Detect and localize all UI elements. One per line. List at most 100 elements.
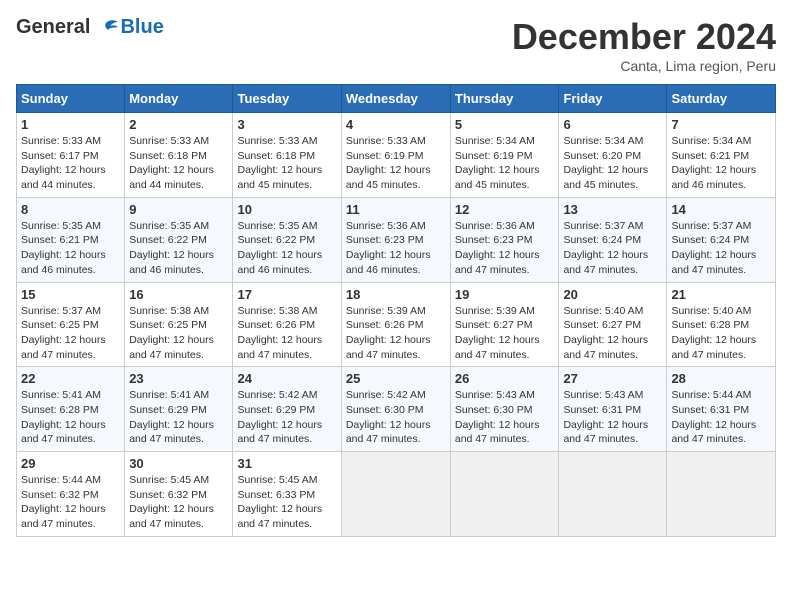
day-info: Sunrise: 5:43 AMSunset: 6:30 PMDaylight:…	[455, 388, 555, 447]
table-row: 14 Sunrise: 5:37 AMSunset: 6:24 PMDaylig…	[667, 197, 776, 282]
table-row: 4 Sunrise: 5:33 AMSunset: 6:19 PMDayligh…	[341, 113, 450, 198]
table-row: 17 Sunrise: 5:38 AMSunset: 6:26 PMDaylig…	[233, 282, 341, 367]
day-info: Sunrise: 5:37 AMSunset: 6:24 PMDaylight:…	[563, 219, 662, 278]
table-row: 13 Sunrise: 5:37 AMSunset: 6:24 PMDaylig…	[559, 197, 667, 282]
day-info: Sunrise: 5:42 AMSunset: 6:29 PMDaylight:…	[237, 388, 336, 447]
table-row: 5 Sunrise: 5:34 AMSunset: 6:19 PMDayligh…	[450, 113, 559, 198]
day-info: Sunrise: 5:34 AMSunset: 6:20 PMDaylight:…	[563, 134, 662, 193]
logo-general: General	[16, 16, 90, 39]
table-row: 26 Sunrise: 5:43 AMSunset: 6:30 PMDaylig…	[450, 367, 559, 452]
calendar-week-row: 22 Sunrise: 5:41 AMSunset: 6:28 PMDaylig…	[17, 367, 776, 452]
table-row	[450, 452, 559, 537]
table-row: 29 Sunrise: 5:44 AMSunset: 6:32 PMDaylig…	[17, 452, 125, 537]
day-number: 29	[21, 456, 120, 471]
day-number: 9	[129, 202, 228, 217]
logo: General Blue	[16, 16, 164, 39]
day-info: Sunrise: 5:44 AMSunset: 6:31 PMDaylight:…	[671, 388, 771, 447]
table-row: 28 Sunrise: 5:44 AMSunset: 6:31 PMDaylig…	[667, 367, 776, 452]
day-number: 16	[129, 287, 228, 302]
day-number: 20	[563, 287, 662, 302]
day-info: Sunrise: 5:43 AMSunset: 6:31 PMDaylight:…	[563, 388, 662, 447]
day-number: 3	[237, 117, 336, 132]
header-monday: Monday	[125, 85, 233, 113]
day-info: Sunrise: 5:39 AMSunset: 6:27 PMDaylight:…	[455, 304, 555, 363]
table-row: 16 Sunrise: 5:38 AMSunset: 6:25 PMDaylig…	[125, 282, 233, 367]
day-number: 2	[129, 117, 228, 132]
day-number: 25	[346, 371, 446, 386]
page-header: General Blue December 2024 Canta, Lima r…	[16, 16, 776, 74]
table-row	[667, 452, 776, 537]
day-number: 13	[563, 202, 662, 217]
day-info: Sunrise: 5:33 AMSunset: 6:18 PMDaylight:…	[129, 134, 228, 193]
weekday-header-row: Sunday Monday Tuesday Wednesday Thursday…	[17, 85, 776, 113]
day-number: 28	[671, 371, 771, 386]
calendar-week-row: 8 Sunrise: 5:35 AMSunset: 6:21 PMDayligh…	[17, 197, 776, 282]
calendar-week-row: 29 Sunrise: 5:44 AMSunset: 6:32 PMDaylig…	[17, 452, 776, 537]
table-row: 27 Sunrise: 5:43 AMSunset: 6:31 PMDaylig…	[559, 367, 667, 452]
day-info: Sunrise: 5:37 AMSunset: 6:24 PMDaylight:…	[671, 219, 771, 278]
day-number: 5	[455, 117, 555, 132]
day-info: Sunrise: 5:39 AMSunset: 6:26 PMDaylight:…	[346, 304, 446, 363]
day-info: Sunrise: 5:34 AMSunset: 6:21 PMDaylight:…	[671, 134, 771, 193]
table-row: 6 Sunrise: 5:34 AMSunset: 6:20 PMDayligh…	[559, 113, 667, 198]
logo-blue: Blue	[120, 16, 163, 39]
day-number: 23	[129, 371, 228, 386]
table-row: 10 Sunrise: 5:35 AMSunset: 6:22 PMDaylig…	[233, 197, 341, 282]
day-number: 10	[237, 202, 336, 217]
table-row: 11 Sunrise: 5:36 AMSunset: 6:23 PMDaylig…	[341, 197, 450, 282]
day-info: Sunrise: 5:45 AMSunset: 6:33 PMDaylight:…	[237, 473, 336, 532]
table-row: 24 Sunrise: 5:42 AMSunset: 6:29 PMDaylig…	[233, 367, 341, 452]
day-info: Sunrise: 5:41 AMSunset: 6:29 PMDaylight:…	[129, 388, 228, 447]
table-row: 19 Sunrise: 5:39 AMSunset: 6:27 PMDaylig…	[450, 282, 559, 367]
day-info: Sunrise: 5:37 AMSunset: 6:25 PMDaylight:…	[21, 304, 120, 363]
table-row: 12 Sunrise: 5:36 AMSunset: 6:23 PMDaylig…	[450, 197, 559, 282]
day-info: Sunrise: 5:34 AMSunset: 6:19 PMDaylight:…	[455, 134, 555, 193]
day-number: 31	[237, 456, 336, 471]
day-number: 14	[671, 202, 771, 217]
table-row: 8 Sunrise: 5:35 AMSunset: 6:21 PMDayligh…	[17, 197, 125, 282]
table-row: 3 Sunrise: 5:33 AMSunset: 6:18 PMDayligh…	[233, 113, 341, 198]
day-info: Sunrise: 5:36 AMSunset: 6:23 PMDaylight:…	[346, 219, 446, 278]
table-row: 7 Sunrise: 5:34 AMSunset: 6:21 PMDayligh…	[667, 113, 776, 198]
month-title: December 2024	[512, 16, 776, 58]
day-info: Sunrise: 5:45 AMSunset: 6:32 PMDaylight:…	[129, 473, 228, 532]
day-info: Sunrise: 5:33 AMSunset: 6:17 PMDaylight:…	[21, 134, 120, 193]
day-info: Sunrise: 5:41 AMSunset: 6:28 PMDaylight:…	[21, 388, 120, 447]
day-info: Sunrise: 5:44 AMSunset: 6:32 PMDaylight:…	[21, 473, 120, 532]
title-section: December 2024 Canta, Lima region, Peru	[512, 16, 776, 74]
table-row: 21 Sunrise: 5:40 AMSunset: 6:28 PMDaylig…	[667, 282, 776, 367]
day-info: Sunrise: 5:35 AMSunset: 6:22 PMDaylight:…	[237, 219, 336, 278]
table-row: 30 Sunrise: 5:45 AMSunset: 6:32 PMDaylig…	[125, 452, 233, 537]
day-number: 24	[237, 371, 336, 386]
day-number: 1	[21, 117, 120, 132]
day-number: 26	[455, 371, 555, 386]
table-row: 9 Sunrise: 5:35 AMSunset: 6:22 PMDayligh…	[125, 197, 233, 282]
day-number: 7	[671, 117, 771, 132]
header-sunday: Sunday	[17, 85, 125, 113]
day-number: 6	[563, 117, 662, 132]
day-number: 22	[21, 371, 120, 386]
day-number: 27	[563, 371, 662, 386]
location-subtitle: Canta, Lima region, Peru	[512, 58, 776, 74]
table-row: 31 Sunrise: 5:45 AMSunset: 6:33 PMDaylig…	[233, 452, 341, 537]
day-info: Sunrise: 5:35 AMSunset: 6:21 PMDaylight:…	[21, 219, 120, 278]
day-info: Sunrise: 5:40 AMSunset: 6:28 PMDaylight:…	[671, 304, 771, 363]
day-number: 8	[21, 202, 120, 217]
day-info: Sunrise: 5:33 AMSunset: 6:19 PMDaylight:…	[346, 134, 446, 193]
day-info: Sunrise: 5:33 AMSunset: 6:18 PMDaylight:…	[237, 134, 336, 193]
day-number: 4	[346, 117, 446, 132]
table-row: 18 Sunrise: 5:39 AMSunset: 6:26 PMDaylig…	[341, 282, 450, 367]
header-wednesday: Wednesday	[341, 85, 450, 113]
header-tuesday: Tuesday	[233, 85, 341, 113]
table-row: 23 Sunrise: 5:41 AMSunset: 6:29 PMDaylig…	[125, 367, 233, 452]
day-info: Sunrise: 5:35 AMSunset: 6:22 PMDaylight:…	[129, 219, 228, 278]
table-row: 20 Sunrise: 5:40 AMSunset: 6:27 PMDaylig…	[559, 282, 667, 367]
table-row: 25 Sunrise: 5:42 AMSunset: 6:30 PMDaylig…	[341, 367, 450, 452]
logo-bird-icon	[92, 18, 120, 38]
day-number: 19	[455, 287, 555, 302]
day-info: Sunrise: 5:36 AMSunset: 6:23 PMDaylight:…	[455, 219, 555, 278]
calendar-week-row: 15 Sunrise: 5:37 AMSunset: 6:25 PMDaylig…	[17, 282, 776, 367]
day-number: 15	[21, 287, 120, 302]
calendar-week-row: 1 Sunrise: 5:33 AMSunset: 6:17 PMDayligh…	[17, 113, 776, 198]
day-number: 11	[346, 202, 446, 217]
